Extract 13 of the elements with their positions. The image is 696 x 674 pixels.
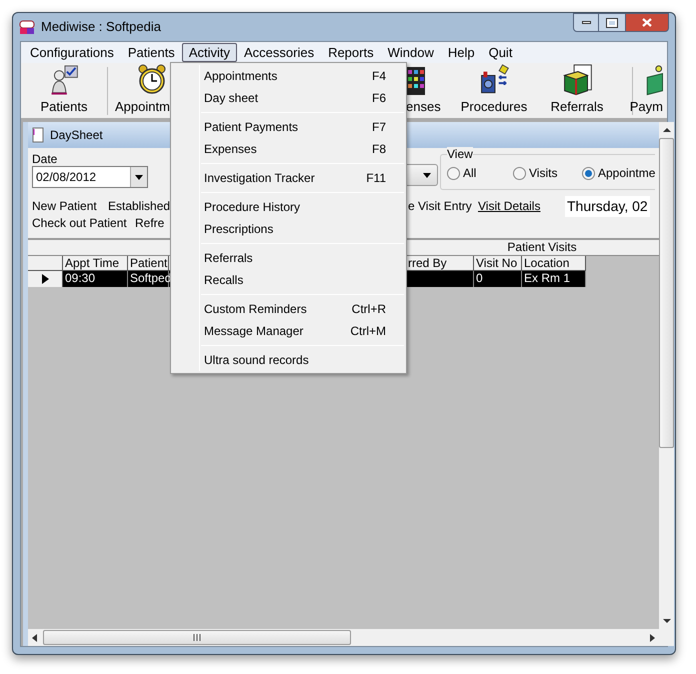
grid-band-title: Patient Visits — [506, 240, 578, 255]
radio-label: All — [463, 165, 476, 182]
table-cell: 09:30 — [63, 271, 128, 287]
table-cell: Ex Rm 1 — [522, 271, 586, 287]
table-cell: 0 — [474, 271, 522, 287]
view-label: View — [447, 147, 473, 161]
window-title: Mediwise : Softpedia — [41, 18, 161, 36]
radio-label: Appointme — [598, 165, 656, 182]
date-display: Thursday, 02 — [565, 196, 650, 216]
child-window-title: DaySheet — [50, 127, 103, 144]
table-cell: Softped — [128, 271, 169, 287]
radio-label: Visits — [529, 165, 558, 182]
date-label: Date — [32, 152, 58, 166]
